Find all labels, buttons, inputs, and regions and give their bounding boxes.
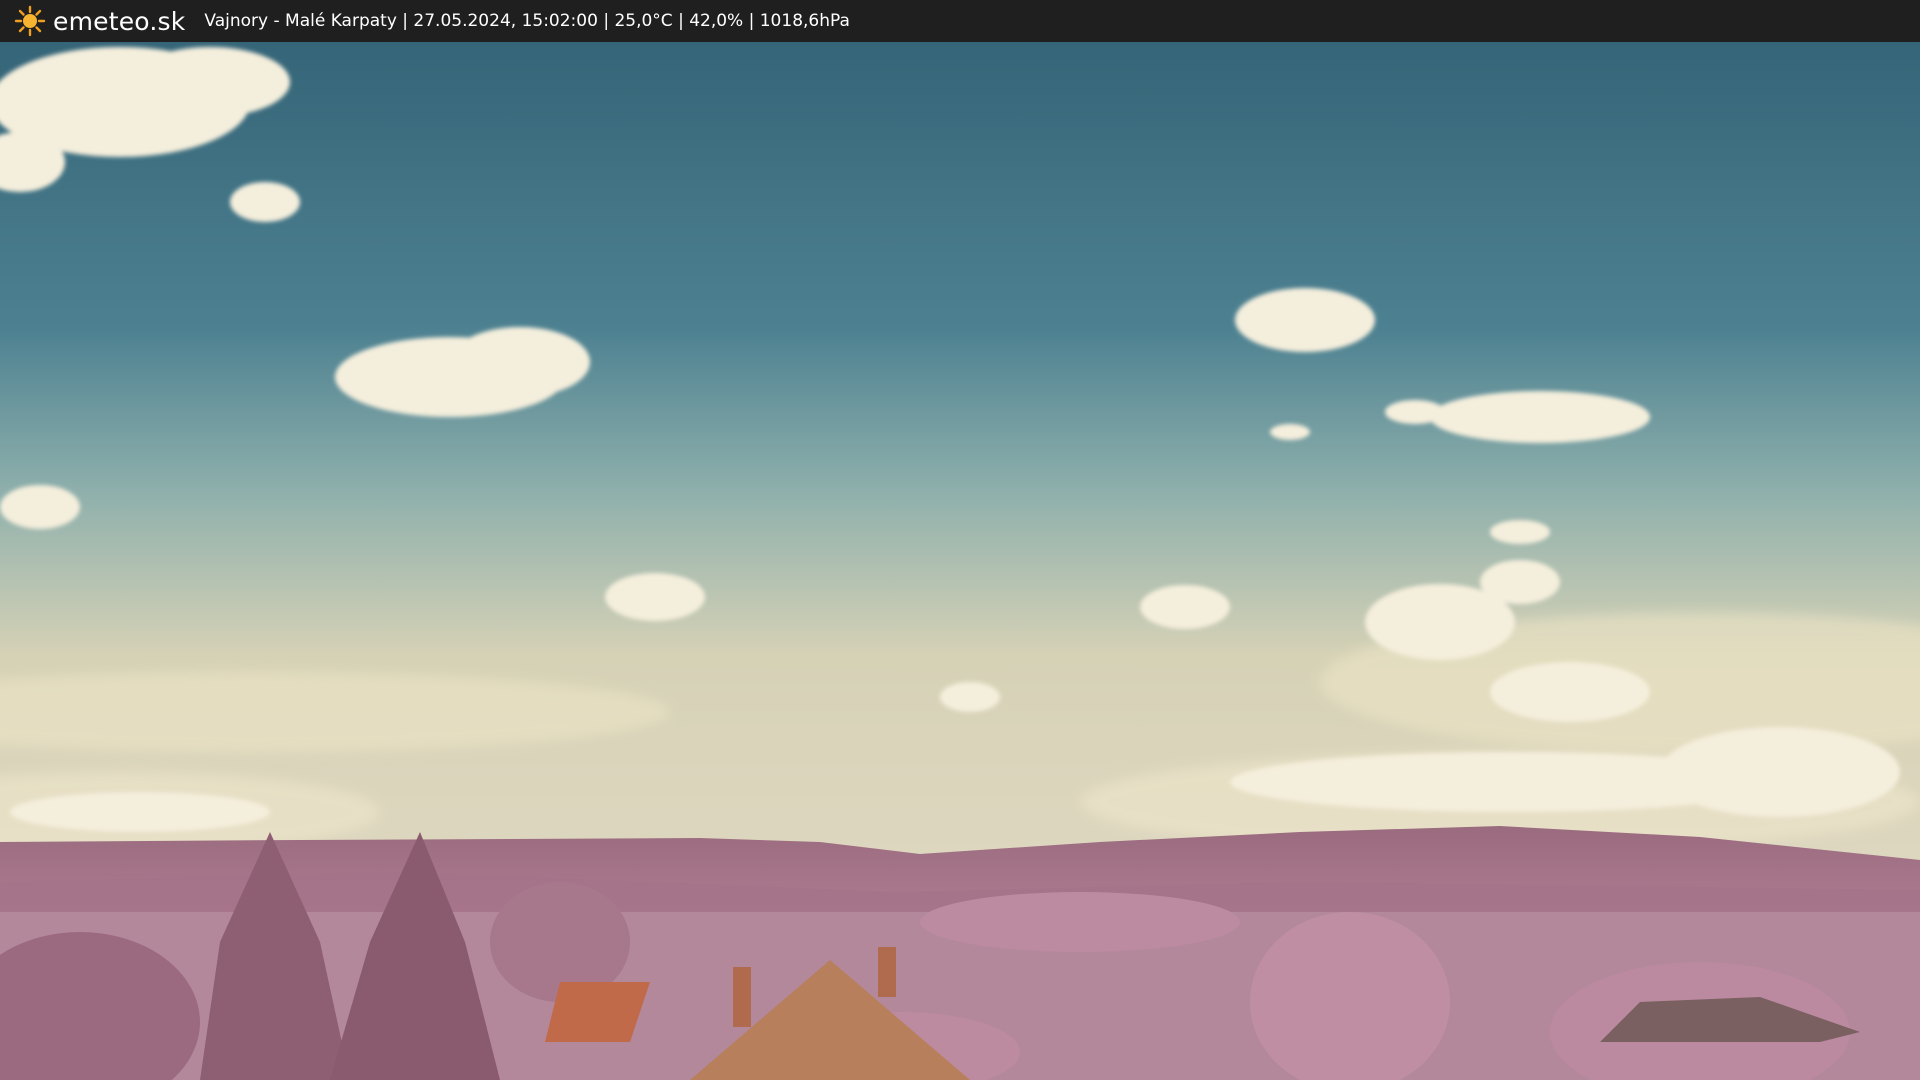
webcam-caption: Vajnory - Malé Karpaty | 27.05.2024, 15:… <box>204 11 850 31</box>
sun-icon <box>14 5 46 37</box>
top-bar: emeteo.sk Vajnory - Malé Karpaty | 27.05… <box>0 0 1920 42</box>
site-name: emeteo.sk <box>53 6 186 36</box>
webcam-image <box>0 42 1920 1080</box>
logo[interactable]: emeteo.sk <box>14 5 185 37</box>
